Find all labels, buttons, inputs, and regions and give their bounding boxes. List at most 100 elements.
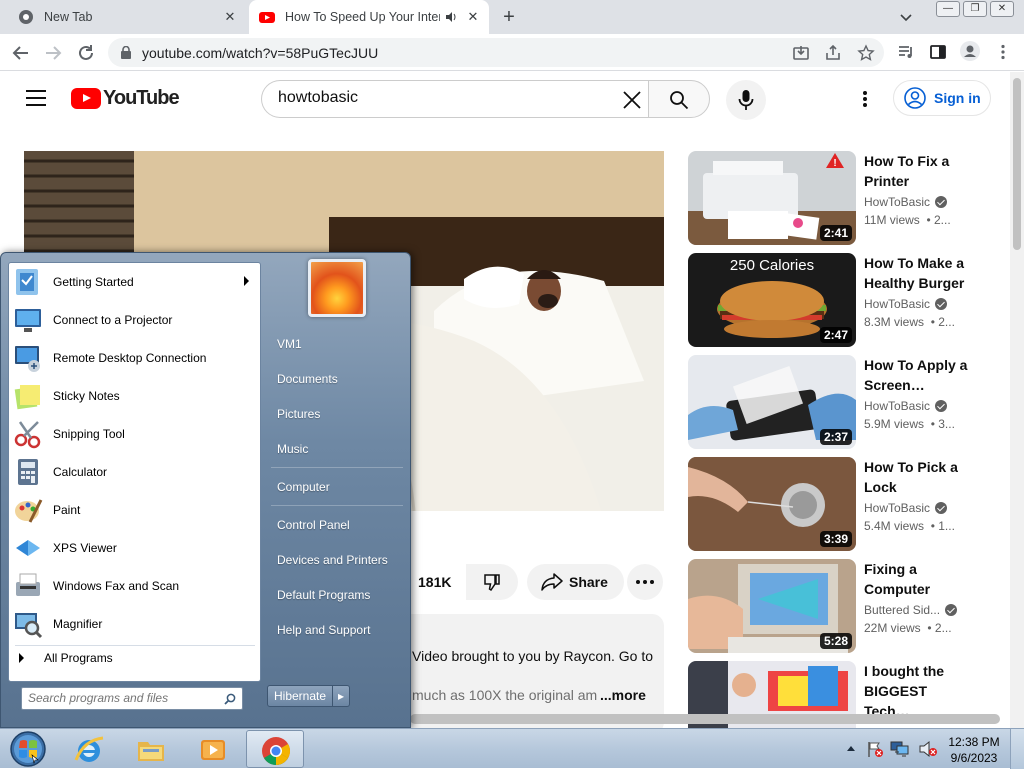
settings-kebab-icon[interactable] [857,89,873,109]
video-thumbnail[interactable]: ! 2:41 [688,151,856,245]
video-title[interactable]: I bought the BIGGEST Tech… [864,661,974,721]
windows-start-orb-icon[interactable] [4,729,48,769]
start-link-control-panel[interactable]: Control Panel [277,518,350,532]
bookmark-star-icon[interactable] [857,44,875,62]
close-tab-icon[interactable]: ✕ [222,9,238,25]
lock-icon[interactable] [120,46,132,59]
taskbar-windows-explorer[interactable] [122,730,180,768]
address-bar[interactable]: youtube.com/watch?v=58PuGTecJUU [108,38,884,67]
start-link-documents[interactable]: Documents [277,372,338,386]
youtube-play-icon [71,88,101,109]
user-account-picture[interactable] [308,259,366,317]
start-search-input[interactable] [28,691,213,705]
action-center-flag-icon[interactable] [866,740,884,758]
channel-name[interactable]: Buttered Sid... [864,603,958,617]
related-video[interactable]: 250 Calories 2:47 How To Make a Healthy … [688,253,1010,347]
like-count[interactable]: 181K [410,564,452,600]
network-icon[interactable] [890,740,910,758]
all-programs-label: All Programs [44,651,113,665]
video-title[interactable]: How To Make a Healthy Burger [864,253,974,293]
tab-new-tab[interactable]: New Tab ✕ [8,0,246,34]
show-desktop-button[interactable] [1010,729,1024,769]
hibernate-button[interactable]: Hibernate [267,685,334,707]
chrome-icon [19,10,33,24]
forward-icon[interactable] [42,42,64,64]
minimize-button[interactable]: — [936,1,960,17]
taskbar-clock[interactable]: 12:38 PM 9/6/2023 [946,734,1002,766]
channel-name[interactable]: HowToBasic [864,195,948,209]
voice-search-button[interactable] [726,80,766,120]
channel-name[interactable]: HowToBasic [864,399,948,413]
restore-button[interactable]: ❐ [963,1,987,17]
video-thumbnail[interactable]: 5:28 [688,559,856,653]
back-icon[interactable] [10,42,32,64]
reload-icon[interactable] [75,42,97,64]
start-item-xps-viewer[interactable]: XPS Viewer [12,529,259,567]
start-item-remote-desktop[interactable]: Remote Desktop Connection [12,339,259,377]
show-more-link[interactable]: ...more [600,687,646,703]
start-link-computer[interactable]: Computer [277,480,330,494]
start-item-fax-and-scan[interactable]: Windows Fax and Scan [12,567,259,605]
side-panel-icon[interactable] [929,43,947,61]
start-item-paint[interactable]: Paint [12,491,259,529]
video-title[interactable]: How To Pick a Lock [864,457,974,497]
install-app-icon[interactable] [792,44,810,62]
horizontal-scrollbar-thumb[interactable] [410,714,1000,724]
all-programs-button[interactable]: All Programs [19,651,113,665]
media-controls-icon[interactable] [897,43,915,61]
view-count: 22M views • 2... [864,621,952,635]
start-link-devices-printers[interactable]: Devices and Printers [277,553,388,567]
show-hidden-icons-chevron-icon[interactable] [846,744,856,752]
share-page-icon[interactable] [824,44,842,62]
hamburger-menu-icon[interactable] [26,90,46,106]
start-link-music[interactable]: Music [277,442,308,456]
taskbar-internet-explorer[interactable] [60,730,118,768]
profile-avatar-icon[interactable] [960,41,980,61]
taskbar-chrome[interactable] [246,730,304,768]
start-item-calculator[interactable]: Calculator [12,453,259,491]
youtube-logo[interactable]: YouTube [71,87,180,110]
start-link-user[interactable]: VM1 [277,337,302,351]
related-video[interactable]: 2:37 How To Apply a Screen… HowToBasic 5… [688,355,1010,449]
start-link-default-programs[interactable]: Default Programs [277,588,370,602]
video-thumbnail[interactable]: 3:39 [688,457,856,551]
chrome-icon [262,737,290,765]
video-thumbnail[interactable]: 2:37 [688,355,856,449]
related-video[interactable]: 5:28 Fixing a Computer Buttered Sid... 2… [688,559,1010,653]
scrollbar-thumb[interactable] [1013,78,1021,250]
start-item-connect-projector[interactable]: Connect to a Projector [12,301,259,339]
video-title[interactable]: How To Apply a Screen… [864,355,974,395]
shutdown-options-arrow-icon[interactable]: ▸ [333,685,351,707]
search-input[interactable] [278,89,598,107]
share-button[interactable]: Share [527,564,624,600]
start-item-magnifier[interactable]: Magnifier [12,605,259,643]
video-title[interactable]: How To Fix a Printer [864,151,974,191]
close-window-button[interactable]: ✕ [990,1,1014,17]
clear-search-icon[interactable] [621,89,643,111]
volume-muted-icon[interactable] [918,740,938,758]
taskbar-media-player[interactable] [184,730,242,768]
start-link-help-support[interactable]: Help and Support [277,623,370,637]
chrome-menu-icon[interactable] [994,43,1012,61]
video-thumbnail[interactable]: 250 Calories 2:47 [688,253,856,347]
related-video[interactable]: 3:39 How To Pick a Lock HowToBasic 5.4M … [688,457,1010,551]
channel-name[interactable]: HowToBasic [864,501,948,515]
start-item-snipping-tool[interactable]: Snipping Tool [12,415,259,453]
new-tab-button[interactable]: + [499,7,519,27]
dislike-button[interactable] [466,564,518,600]
tab-youtube[interactable]: How To Speed Up Your Internet ✕ [249,0,489,34]
search-icon[interactable] [224,693,236,705]
tab-search-chevron-icon[interactable] [898,9,914,25]
video-title[interactable]: Fixing a Computer [864,559,974,599]
more-actions-button[interactable] [627,564,663,600]
start-item-sticky-notes[interactable]: Sticky Notes [12,377,259,415]
page-scrollbar[interactable] [1010,72,1024,728]
search-button[interactable] [648,80,710,118]
start-item-getting-started[interactable]: Getting Started [12,263,259,301]
channel-name[interactable]: HowToBasic [864,297,948,311]
close-tab-icon[interactable]: ✕ [465,9,481,25]
sign-in-button[interactable]: Sign in [893,80,991,116]
audio-playing-icon[interactable] [445,11,457,23]
related-video[interactable]: ! 2:41 How To Fix a Printer HowToBasic 1… [688,151,1010,245]
start-link-pictures[interactable]: Pictures [277,407,320,421]
